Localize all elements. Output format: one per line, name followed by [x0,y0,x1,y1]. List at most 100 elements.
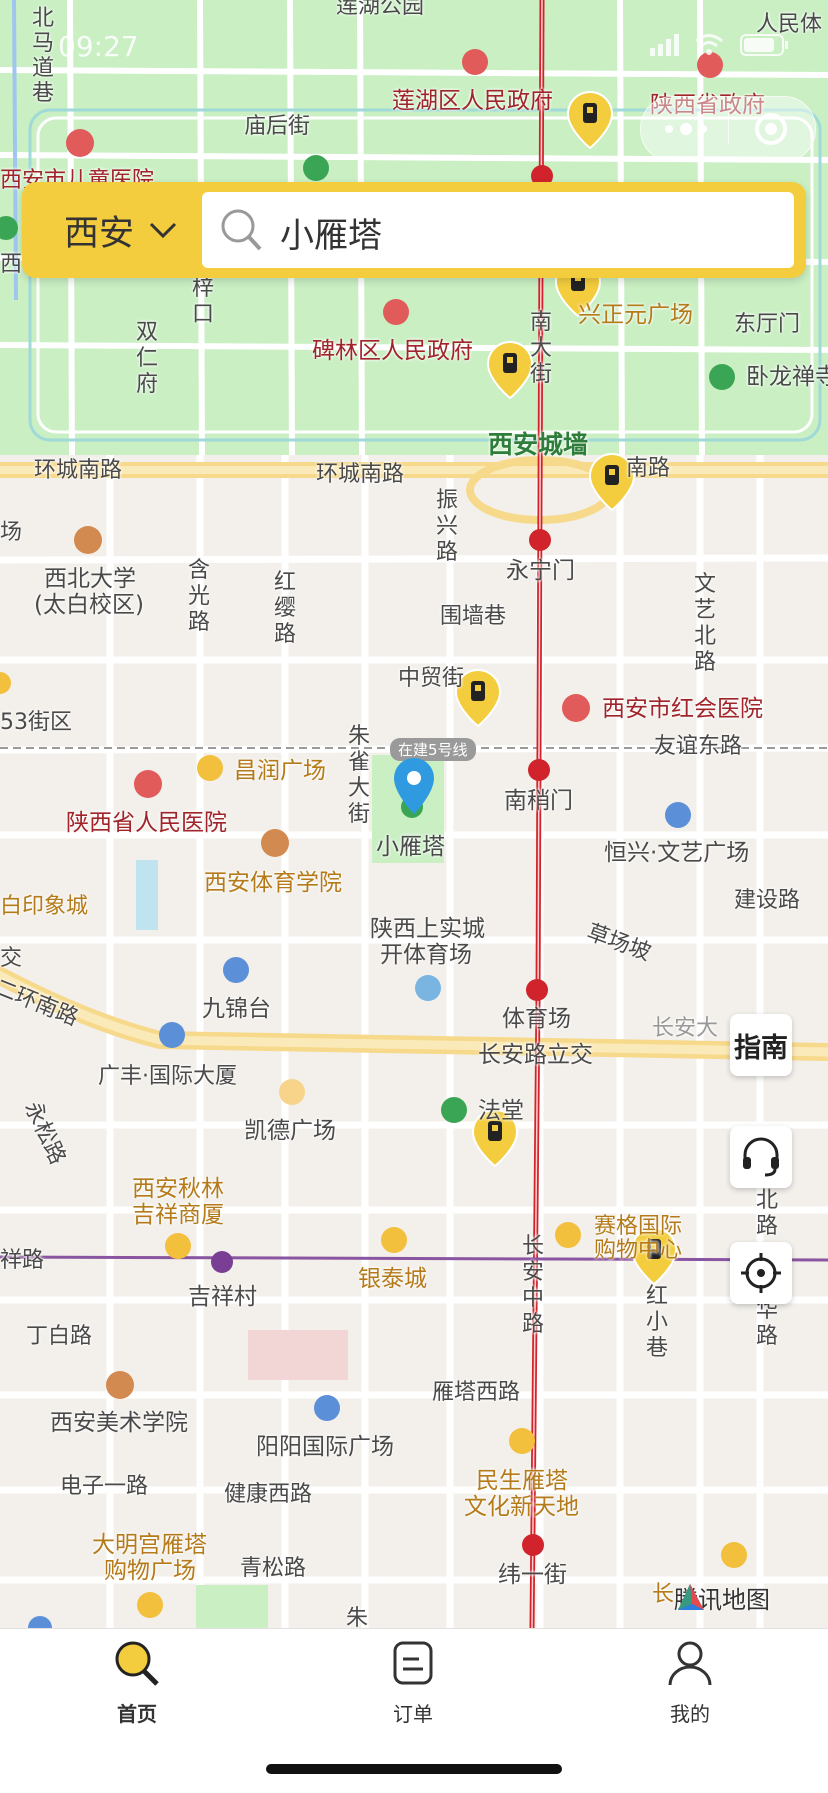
map-label: 含光路 [187,558,210,635]
map-label: 凯德广场 [244,1118,336,1144]
more-icon[interactable] [665,121,707,137]
map-label: 阳阳国际广场 [256,1434,394,1460]
map-label: 电子一路 [60,1474,149,1499]
map-label: 建设路 [734,888,801,913]
map-label: 九锦台 [202,996,271,1022]
status-bar: 09:27 [0,0,828,90]
map-label: 西北大学 [44,566,136,592]
map-label: 南大街 [529,310,552,387]
map-label: 北路 [755,1188,778,1239]
map-label: 西安体育学院 [204,870,342,896]
map-label: 陕西省人民医院 [66,810,227,836]
map-label: 大明宫雁塔 [92,1532,207,1558]
tab-label: 我的 [670,1702,710,1726]
map-label: 赛格国际 [594,1214,683,1239]
customer-service-button[interactable] [730,1126,792,1188]
map-label: 吉祥商厦 [132,1202,224,1228]
city-name: 西安 [64,213,135,254]
map-label: 纬一街 [498,1562,567,1588]
map-label: 朱雀大街 [347,724,370,827]
map-label: 西安美术学院 [50,1410,188,1436]
map-label: 永宁门 [506,558,575,584]
map-label: 恒兴·文艺广场 [604,840,750,866]
signal-icon [650,34,679,56]
map-label: 银泰城 [358,1266,427,1292]
map-label: 环城南路 [316,462,405,487]
map-label: 西安城墙 [488,430,589,459]
home-indicator [266,1764,562,1774]
map-label: 文化新天地 [464,1494,579,1520]
map-label: 西安秋林 [132,1176,224,1202]
map-label: 友谊东路 [654,734,743,759]
guide-label: 指南 [734,1032,788,1064]
selected-location-pin[interactable] [392,756,436,816]
map-label: 梓口 [191,276,214,327]
map-label: 南路 [626,456,671,481]
map-label: 陕西上实城 [370,916,485,942]
map-label: 购物中心 [594,1238,683,1263]
capsule-divider [728,113,729,145]
map-label: 青松路 [240,1556,307,1581]
tencent-map-logo: 腾讯地图 [674,1580,770,1615]
map-label: 雁塔西路 [432,1380,521,1405]
battery-icon [740,34,788,56]
guide-button[interactable]: 指南 [730,1014,792,1076]
map-label: 南稍门 [504,788,573,814]
map-label: 长 [652,1582,675,1607]
wifi-icon [695,34,723,55]
map-label: 东厅门 [734,312,801,337]
tab-profile[interactable]: 我的 [620,1639,760,1727]
map-label: 中贸街 [398,666,465,691]
order-icon [393,1641,433,1685]
tab-label: 首页 [117,1702,157,1726]
map-label: 长安大 [652,1016,719,1041]
map-label: 体育场 [502,1006,571,1032]
map-label: 长安路立交 [478,1042,593,1068]
map-label: 吉祥村 [188,1284,257,1310]
search-icon [221,209,262,251]
tab-home[interactable]: 首页 [67,1639,207,1727]
map-label: 围墙巷 [440,604,507,629]
map-label: 文艺北路 [693,572,716,675]
close-miniprogram-icon[interactable] [753,111,789,147]
map-label: 白印象城 [0,894,89,919]
map-label: 西安市红会医院 [602,696,763,722]
map-label: 交 [0,946,23,971]
map-label: 环城南路 [34,458,123,483]
map-label: 莲湖区人民政府 [392,88,553,114]
city-selector[interactable]: 西安 [36,182,178,278]
map-label: 昌润广场 [234,758,326,784]
map-label: 长安中路 [521,1234,544,1337]
map-label: 祥路 [0,1248,45,1273]
map-label: 双仁府 [135,320,158,397]
map-label: 兴正元广场 [578,302,693,328]
crosshair-icon [741,1253,781,1293]
map-label: 华路 [755,1298,778,1349]
map-label: 西 [0,252,23,277]
user-icon [668,1641,712,1686]
search-input[interactable]: 小雁塔 [202,192,794,268]
map-label: 朱 [346,1606,369,1628]
map-label: 53街区 [0,710,72,735]
map-label: 广丰·国际大厦 [98,1064,237,1089]
home-search-icon [115,1641,159,1686]
locate-me-button[interactable] [730,1242,792,1304]
map-label: 碑林区人民政府 [312,338,473,364]
map-label: (太白校区) [34,592,144,618]
map-label: 小雁塔 [376,834,445,860]
status-time: 09:27 [58,30,139,63]
map-label: 红小巷 [645,1284,668,1361]
map-label: 振兴路 [435,488,458,565]
headset-icon [743,1137,779,1177]
tab-label: 订单 [393,1702,433,1726]
search-bar: 西安 小雁塔 [22,182,806,278]
miniprogram-capsule [640,96,816,162]
map-label: 法堂 [478,1098,524,1124]
map-label: 红缨路 [273,570,296,647]
tab-orders[interactable]: 订单 [343,1639,483,1727]
chevron-down-icon [149,222,177,239]
map-label: 健康西路 [224,1482,313,1507]
tencent-map-icon [678,1584,704,1610]
map-label: 民生雁塔 [476,1468,568,1494]
map-label: 场 [0,520,23,545]
